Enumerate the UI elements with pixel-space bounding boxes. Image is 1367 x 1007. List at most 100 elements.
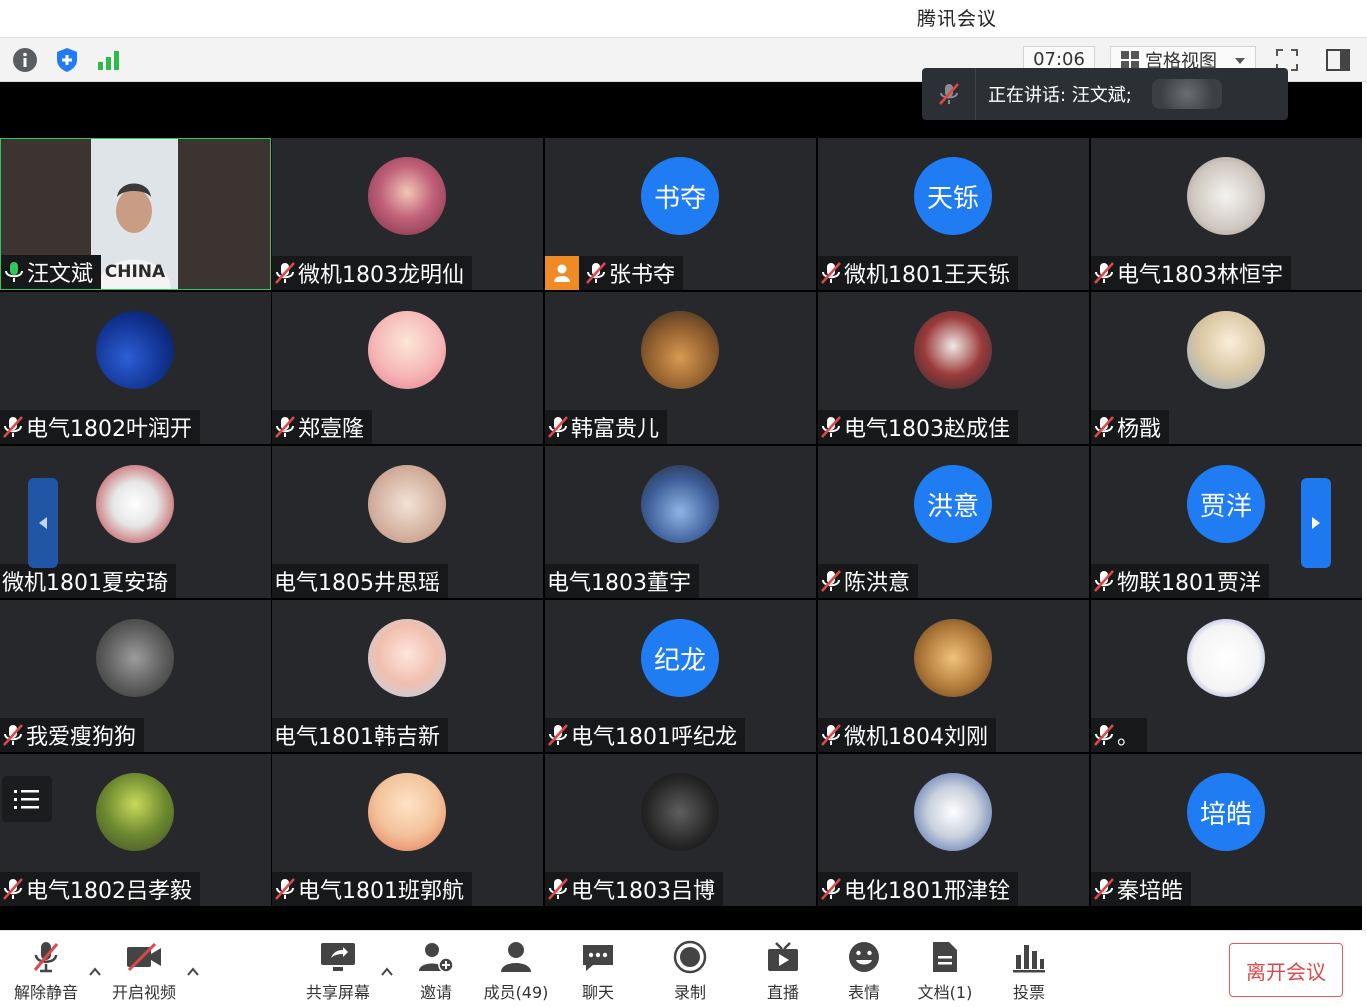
participant-name-tag: 汪文斌 [1,255,102,289]
invite-label: 邀请 [419,983,452,1002]
mic-muted-icon [275,416,295,438]
chat-icon [578,939,618,975]
chat-button[interactable]: 聊天 [558,939,638,1003]
video-options-chevron-icon[interactable] [186,965,200,979]
prev-page-button[interactable] [28,478,58,568]
record-button[interactable]: 录制 [650,939,730,1003]
participant-tile[interactable]: CHINA 汪文斌 [0,138,271,290]
avatar: 纪龙 [641,619,719,697]
bottom-toolbar: 解除静音 开启视频 共享屏幕 邀请 成员(49) 聊天 录制 直播 表情 文档(… [0,930,1367,1007]
avatar: 贾洋 [1187,465,1265,543]
avatar: 培皓 [1187,773,1265,851]
avatar [368,773,446,851]
live-button[interactable]: 直播 [743,939,823,1003]
share-screen-icon [318,939,358,975]
avatar [96,465,174,543]
participant-tile[interactable]: 纪龙电气1801呼纪龙 [545,600,816,752]
chevron-down-icon [1235,58,1245,64]
participant-name-tag: 微机1803龙明仙 [272,256,472,290]
avatar [368,311,446,389]
participant-tile[interactable]: 。 [1091,600,1362,752]
participant-tile[interactable]: 微机1803龙明仙 [272,138,543,290]
participant-name: 电气1801呼纪龙 [571,725,737,750]
participant-tile[interactable]: 培皓 秦培皓 [1091,754,1362,906]
signal-icon[interactable] [95,46,123,74]
avatar [641,773,719,851]
avatar-initials: 培皓 [1199,799,1252,830]
grid-view-icon [1121,51,1139,69]
live-tv-icon [763,939,803,975]
participant-tile[interactable]: 电气1803吕博 [545,754,816,906]
speaking-indicator-popup: 正在讲话: 汪文斌; [922,68,1288,120]
members-button[interactable]: 成员(49) [476,939,556,1003]
participant-tile[interactable]: 电化1801邢津铨 [818,754,1089,906]
start-video-button[interactable]: 开启视频 [104,939,184,1003]
mic-muted-icon [821,878,841,900]
participant-name-tag: 郑壹隆 [272,410,373,444]
participant-name-tag: 杨戬 [1091,410,1170,444]
participant-tile[interactable]: 天铄 微机1801王天铄 [818,138,1089,290]
participant-tile[interactable]: 杨戬 [1091,292,1362,444]
participant-name: 电气1801班郭航 [298,879,464,904]
shield-icon[interactable] [53,46,81,74]
info-icon[interactable] [11,46,39,74]
invite-button[interactable]: 邀请 [396,939,476,1003]
avatar-initials: 纪龙 [653,645,706,676]
leave-meeting-button[interactable]: 离开会议 [1229,943,1343,997]
host-icon [545,256,579,290]
avatar: 书夺 [641,157,719,235]
participant-name-tag: 我爱瘦狗狗 [0,718,145,752]
mic-muted-icon [1094,262,1114,284]
participant-name: 电气1803林恒宇 [1117,263,1283,288]
participant-name-tag: 电气1801韩吉新 [272,718,448,752]
participant-name: 张书夺 [609,263,676,288]
participant-tile[interactable]: 电气1801班郭航 [272,754,543,906]
mic-muted-icon [548,416,568,438]
participant-name-tag: 电化1801邢津铨 [818,872,1018,906]
participant-tile[interactable]: 电气1803赵成佳 [818,292,1089,444]
participant-list-toggle[interactable] [2,776,52,822]
participant-tile[interactable]: 我爱瘦狗狗 [0,600,271,752]
participant-tile[interactable]: 电气1803林恒宇 [1091,138,1362,290]
window-title: 腾讯会议 [916,8,997,30]
participant-tile[interactable]: 韩富贵儿 [545,292,816,444]
participant-name: 电化1801邢津铨 [844,879,1010,904]
audio-options-chevron-icon[interactable] [88,965,102,979]
mic-muted-icon [548,878,568,900]
mic-active-icon [5,262,23,282]
shirt-text: CHINA [105,262,166,282]
mic-muted-icon [1094,878,1114,900]
docs-button[interactable]: 文档(1) [905,939,985,1003]
next-page-button[interactable] [1301,478,1331,568]
participant-tile[interactable]: 郑壹隆 [272,292,543,444]
participant-tile[interactable]: 电气1805井思瑶 [272,446,543,598]
participant-name: 韩富贵儿 [571,417,660,442]
avatar [368,465,446,543]
participant-tile[interactable]: 书夺张书夺 [545,138,816,290]
add-user-icon [416,939,456,975]
mic-muted-icon [821,724,841,746]
participant-tile[interactable]: 电气1801韩吉新 [272,600,543,752]
participant-name: 汪文斌 [27,262,94,287]
share-screen-button[interactable]: 共享屏幕 [298,939,378,1003]
participant-tile[interactable]: 微机1804刘刚 [818,600,1089,752]
participant-name-tag: 张书夺 [545,256,684,290]
participant-tile[interactable]: 洪意 陈洪意 [818,446,1089,598]
unmute-button[interactable]: 解除静音 [6,939,86,1003]
sidebar-toggle-icon[interactable] [1320,46,1356,74]
participant-tile[interactable]: 电气1802叶润开 [0,292,271,444]
avatar [96,773,174,851]
chevron-right-icon [1312,517,1320,529]
participant-tile[interactable]: 电气1803董宇 [545,446,816,598]
reactions-label: 表情 [847,983,880,1002]
vote-button[interactable]: 投票 [989,939,1069,1003]
participant-name: 电气1805井思瑶 [274,571,440,596]
participant-name-tag: 。 [1091,718,1148,752]
camera-off-icon [124,939,164,975]
participant-name: 郑壹隆 [298,417,365,442]
reactions-button[interactable]: 表情 [824,939,904,1003]
share-options-chevron-icon[interactable] [380,965,394,979]
participant-name-tag: 微机1804刘刚 [818,718,996,752]
avatar [641,465,719,543]
avatar [368,619,446,697]
